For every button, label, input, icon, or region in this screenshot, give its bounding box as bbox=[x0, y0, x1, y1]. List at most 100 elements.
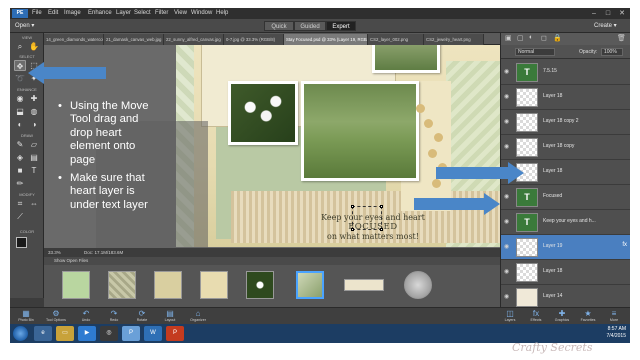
layer-row[interactable]: ◉ T 7.5.15 bbox=[501, 60, 630, 85]
heart-selection-box[interactable] bbox=[351, 205, 383, 231]
visibility-icon[interactable]: ◉ bbox=[504, 93, 509, 100]
visibility-icon[interactable]: ◉ bbox=[504, 268, 509, 275]
bin-thumbnail-selected[interactable] bbox=[296, 271, 324, 299]
redo-button[interactable]: ↷ Redo bbox=[100, 309, 128, 324]
menu-enhance[interactable]: Enhance bbox=[88, 8, 112, 19]
group-icon[interactable]: ▢ bbox=[517, 34, 524, 42]
layer-row[interactable]: ◉ Layer 18 copy bbox=[501, 135, 630, 160]
tab-doc-4[interactable]: 0-7.jpg @ 33.3% (RGB/8) bbox=[224, 34, 284, 45]
bin-thumbnail-heart[interactable] bbox=[404, 271, 432, 299]
bin-thumbnail[interactable] bbox=[62, 271, 90, 299]
bin-thumbnail[interactable] bbox=[154, 271, 182, 299]
create-button[interactable]: Create ▾ bbox=[594, 21, 626, 31]
menu-help[interactable]: Help bbox=[216, 8, 228, 19]
healing-tool-icon[interactable]: ✚ bbox=[28, 93, 40, 104]
tab-doc-3[interactable]: 22_sunny_alfred_canvas.jpg bbox=[164, 34, 224, 45]
tool-options-button[interactable]: ⚙ Tool Options bbox=[42, 309, 70, 324]
stamp-tool-icon[interactable]: ⬓ bbox=[14, 106, 26, 117]
golf-balls-photo[interactable] bbox=[228, 81, 298, 145]
mode-quick[interactable]: Quick bbox=[264, 21, 294, 31]
layer-row-selected[interactable]: ◉ Layer 19 fx bbox=[501, 235, 630, 260]
mode-guided[interactable]: Guided bbox=[294, 21, 326, 31]
paint-bucket-icon[interactable]: ◈ bbox=[14, 152, 26, 163]
eye-tool-icon[interactable]: ◉ bbox=[14, 93, 26, 104]
layout-button[interactable]: ▤ Layout bbox=[156, 309, 184, 324]
visibility-icon[interactable]: ◉ bbox=[504, 68, 509, 75]
brush-tool-icon[interactable]: ✎ bbox=[14, 139, 26, 150]
visibility-icon[interactable]: ◉ bbox=[504, 118, 509, 125]
media-icon[interactable]: ▶ bbox=[78, 326, 96, 341]
lasso-tool-icon[interactable]: ➰ bbox=[14, 73, 26, 84]
close-icon[interactable]: ✕ bbox=[616, 8, 628, 19]
visibility-icon[interactable]: ◉ bbox=[504, 143, 509, 150]
word-icon[interactable]: W bbox=[144, 326, 162, 341]
crop-tool-icon[interactable]: ⌗ bbox=[14, 198, 26, 209]
blur-tool-icon[interactable]: ◍ bbox=[28, 106, 40, 117]
visibility-icon[interactable]: ◉ bbox=[504, 243, 509, 250]
bin-thumbnail[interactable] bbox=[108, 271, 136, 299]
tab-doc-1[interactable]: 14_green_diamonds_watercolor.jpg bbox=[44, 34, 104, 45]
adjustment-icon[interactable]: ◐ bbox=[529, 34, 533, 41]
gradient-tool-icon[interactable]: ▤ bbox=[28, 152, 40, 163]
opacity-input[interactable]: 100% bbox=[601, 48, 623, 56]
sponge-tool-icon[interactable]: ◐ bbox=[14, 119, 26, 130]
photoshop-elements-icon[interactable]: P bbox=[122, 326, 140, 341]
menu-view[interactable]: View bbox=[174, 8, 187, 19]
visibility-icon[interactable]: ◉ bbox=[504, 293, 509, 300]
mode-expert[interactable]: Expert bbox=[326, 21, 356, 31]
fx-icon[interactable]: fx bbox=[622, 242, 627, 248]
tab-doc-2[interactable]: 21_damask_canvas_web.jpg bbox=[104, 34, 164, 45]
page-title-line-3[interactable]: on what matters most! bbox=[288, 232, 458, 241]
graphics-button[interactable]: ✚ Graphics bbox=[548, 309, 576, 324]
photo-bin-button[interactable]: ▦ Photo Bin bbox=[12, 309, 40, 324]
organizer-button[interactable]: ⌂ Organizer bbox=[184, 309, 212, 324]
minimize-icon[interactable]: – bbox=[588, 8, 600, 19]
bin-thumbnail[interactable] bbox=[344, 279, 384, 291]
shape-tool-icon[interactable]: ■ bbox=[14, 165, 26, 176]
tab-doc-active[interactable]: Stay Focused.psd @ 33% (Layer 19, RGB/8) bbox=[284, 34, 368, 45]
layer-row[interactable]: ◉ Layer 18 bbox=[501, 85, 630, 110]
more-button[interactable]: ≡ More bbox=[600, 309, 628, 324]
lock-icon[interactable]: 🔒 bbox=[553, 34, 562, 42]
visibility-icon[interactable]: ◉ bbox=[504, 193, 509, 200]
rotate-button[interactable]: ⟳ Rotate bbox=[128, 309, 156, 324]
move-tool-icon[interactable]: ✥ bbox=[14, 60, 26, 71]
delete-layer-icon[interactable]: 🗑 bbox=[617, 34, 626, 42]
pencil-tool-icon[interactable]: ✏ bbox=[14, 178, 26, 189]
layer-row[interactable]: ◉ T Focused bbox=[501, 185, 630, 210]
new-layer-icon[interactable]: ▣ bbox=[505, 34, 512, 42]
eraser-tool-icon[interactable]: ▱ bbox=[28, 139, 40, 150]
menu-file[interactable]: File bbox=[32, 8, 42, 19]
folder-icon[interactable]: ▭ bbox=[56, 326, 74, 341]
scrapbook-page[interactable]: Keep your eyes and heart FOCUSED on what… bbox=[176, 45, 500, 247]
layer-row[interactable]: ◉ Layer 18 copy 2 bbox=[501, 110, 630, 135]
burn-tool-icon[interactable]: ◑ bbox=[28, 119, 40, 130]
zoom-tool-icon[interactable]: ⌕ bbox=[14, 41, 26, 52]
layer-row[interactable]: ◉ Layer 18 bbox=[501, 260, 630, 285]
undo-button[interactable]: ↶ Undo bbox=[72, 309, 100, 324]
layer-row[interactable]: ◉ T Keep your eyes and h... bbox=[501, 210, 630, 235]
tab-doc-6[interactable]: CS2_layer_002.png bbox=[368, 34, 424, 45]
menu-layer[interactable]: Layer bbox=[116, 8, 131, 19]
menu-select[interactable]: Select bbox=[134, 8, 151, 19]
layers-button[interactable]: ◫ Layers bbox=[496, 309, 524, 324]
bin-thumbnail[interactable] bbox=[200, 271, 228, 299]
effects-button[interactable]: fx Effects bbox=[522, 309, 550, 324]
maximize-icon[interactable]: □ bbox=[602, 8, 614, 19]
menu-image[interactable]: Image bbox=[64, 8, 81, 19]
blend-mode-select[interactable]: Normal bbox=[515, 48, 555, 56]
menu-filter[interactable]: Filter bbox=[155, 8, 168, 19]
mask-icon[interactable]: ◻ bbox=[541, 34, 547, 42]
hand-tool-icon[interactable]: ✋ bbox=[28, 41, 40, 52]
golf-course-photo[interactable] bbox=[372, 45, 440, 73]
type-tool-icon[interactable]: T bbox=[28, 165, 40, 176]
ie-icon[interactable]: e bbox=[34, 326, 52, 341]
menu-window[interactable]: Window bbox=[191, 8, 212, 19]
favorites-button[interactable]: ★ Favorites bbox=[574, 309, 602, 324]
recompose-tool-icon[interactable]: ⇔ bbox=[28, 198, 40, 209]
photo-bin-header[interactable]: Show Open Files bbox=[44, 257, 500, 265]
straighten-tool-icon[interactable]: ⟋ bbox=[14, 211, 26, 222]
bin-thumbnail[interactable] bbox=[246, 271, 274, 299]
powerpoint-icon[interactable]: P bbox=[166, 326, 184, 341]
chrome-icon[interactable]: ◎ bbox=[100, 326, 118, 341]
